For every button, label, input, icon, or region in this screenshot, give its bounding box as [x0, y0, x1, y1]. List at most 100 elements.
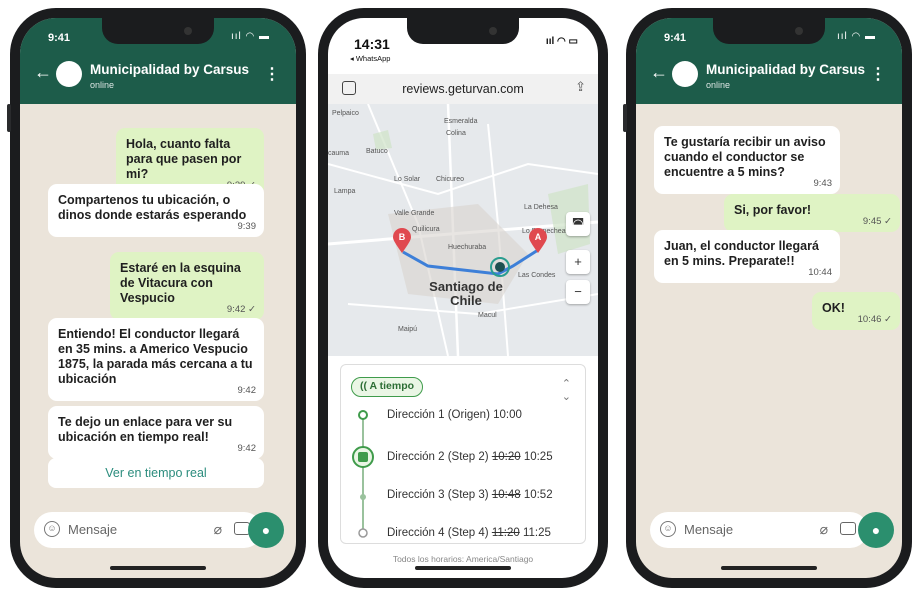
message-time: 9:39	[237, 221, 257, 232]
stop-time: 10:52	[523, 489, 553, 501]
collapse-icon[interactable]: ⌃ ⌄	[562, 377, 571, 403]
stop-row: Dirección 1 (Origen) 10:00	[387, 409, 522, 421]
message-text: Te gustaría recibir un aviso cuando el c…	[664, 135, 826, 179]
map-label: Huechuraba	[448, 244, 487, 251]
map-label: Valle Grande	[394, 210, 435, 217]
zoom-out-button[interactable]: −	[566, 280, 590, 304]
stop-row: Dirección 3 (Step 3) 10:48 10:52	[387, 489, 553, 501]
share-icon[interactable]: ⇪	[575, 79, 586, 95]
status-badge-label: A tiempo	[369, 380, 415, 392]
chat-screen-left: 9:41 ııl ◠ ▬ ← Municipalidad by Carsus o…	[20, 18, 296, 578]
contact-status: online	[90, 80, 115, 90]
phone-middle: 14:31 ◂ WhatsApp ııl ◠ ▭ reviews.geturva…	[318, 8, 608, 588]
message-placeholder: Mensaje	[684, 522, 734, 537]
avatar[interactable]	[56, 61, 82, 87]
message-time: 9:42	[237, 385, 257, 396]
phone-right: 9:41 ııl ◠ ▬ ← Municipalidad by Carsus o…	[623, 8, 912, 588]
schedule-panel: (( A tiempo ⌃ ⌄ Dirección 1 (Origen) 10:0…	[340, 364, 586, 544]
marker-b-icon[interactable]: B	[392, 228, 412, 254]
status-time: 9:41	[664, 32, 687, 44]
signal-wifi-battery-icon: ııl ◠ ▭	[545, 36, 578, 47]
notch	[407, 18, 519, 44]
message-bubble: Entiendo! El conductor llegará en 35 min…	[48, 318, 264, 401]
emoji-icon[interactable]: ☺	[660, 521, 676, 537]
marker-b-label: B	[399, 232, 406, 242]
message-bubble: OK! 10:46 ✓	[812, 292, 900, 330]
stop-old-time: 10:20	[491, 451, 521, 463]
realtime-link-button[interactable]: Ver en tiempo real	[48, 458, 264, 488]
message-input[interactable]: ☺ Mensaje ⌀	[650, 512, 868, 548]
side-button	[7, 104, 11, 132]
camera-icon[interactable]	[840, 522, 856, 535]
back-arrow-icon[interactable]: ←	[650, 62, 668, 83]
message-text: Estaré en la esquina de Vitacura con Ves…	[120, 261, 241, 305]
notch	[713, 18, 825, 44]
stop-label: Dirección 2 (Step 2)	[387, 451, 489, 463]
message-bubble: Te dejo un enlace para ver su ubicación …	[48, 406, 264, 459]
stop-old-time: 10:48	[491, 489, 521, 501]
home-indicator	[110, 566, 206, 570]
home-indicator	[721, 566, 817, 570]
layers-button[interactable]: ◚	[566, 212, 590, 236]
contact-status: online	[706, 80, 731, 90]
stop-time: 11:25	[522, 527, 551, 539]
message-bubble: Compartenos tu ubicación, o dinos donde …	[48, 184, 264, 237]
message-bubble: Estaré en la esquina de Vitacura con Ves…	[110, 252, 264, 320]
message-time: 10:46 ✓	[857, 314, 892, 325]
browser-url-bar[interactable]: reviews.geturvan.com ⇪	[328, 74, 598, 104]
avatar[interactable]	[672, 61, 698, 87]
attach-icon[interactable]: ⌀	[214, 521, 222, 538]
map-label: Chicureo	[436, 176, 465, 183]
status-time: 9:41	[48, 32, 71, 44]
message-text: Te dejo un enlace para ver su ubicación …	[58, 415, 233, 444]
stop-time: 10:00	[493, 409, 522, 421]
status-badge: (( A tiempo	[351, 377, 424, 397]
back-arrow-icon[interactable]: ←	[34, 62, 52, 83]
message-time: 9:42	[237, 443, 257, 454]
message-text: Entiendo! El conductor llegará en 35 min…	[58, 327, 253, 386]
side-button	[623, 104, 627, 132]
message-bubble: Si, por favor! 9:45 ✓	[724, 194, 900, 232]
stop-label: Dirección 1 (Origen)	[387, 409, 490, 421]
marker-a-icon[interactable]: A	[528, 228, 548, 254]
map-label: Lampa	[334, 188, 356, 195]
stop-row: Dirección 2 (Step 2) 10:20 10:25	[387, 451, 553, 463]
message-text: Hola, cuanto falta para que pasen por mi…	[126, 137, 242, 181]
menu-icon[interactable]: ⋮	[870, 64, 886, 84]
menu-icon[interactable]: ⋮	[264, 64, 280, 84]
timeline-line	[352, 410, 374, 538]
message-time: 9:45 ✓	[862, 216, 892, 227]
map-label: Macul	[478, 312, 497, 319]
route-map[interactable]: Pelpaico Esmeralda Colina cauma Batuco L…	[328, 104, 598, 356]
stop-label: Dirección 4 (Step 4)	[387, 527, 489, 539]
chat-screen-right: 9:41 ııl ◠ ▬ ← Municipalidad by Carsus o…	[636, 18, 902, 578]
mic-button[interactable]: ●	[858, 512, 894, 548]
attach-icon[interactable]: ⌀	[820, 521, 828, 538]
url-text[interactable]: reviews.geturvan.com	[328, 82, 598, 96]
stop-time: 10:25	[523, 451, 553, 463]
map-label: Colina	[446, 130, 466, 137]
contact-name[interactable]: Municipalidad by Carsus	[706, 62, 865, 77]
message-time: 10:44	[808, 267, 832, 278]
stop-old-time: 11:20	[491, 527, 520, 539]
web-screen: 14:31 ◂ WhatsApp ııl ◠ ▭ reviews.geturva…	[328, 18, 598, 578]
mic-button[interactable]: ●	[248, 512, 284, 548]
signal-icon: ((	[360, 380, 367, 392]
message-time: 9:42 ✓	[226, 304, 256, 315]
signal-wifi-battery-icon: ııl ◠ ▬	[836, 31, 876, 42]
back-to-app-link[interactable]: ◂ WhatsApp	[350, 54, 390, 63]
message-text: Si, por favor!	[734, 203, 812, 217]
map-city-label: Santiago de Chile	[429, 279, 503, 308]
message-text: Juan, el conductor llegará en 5 mins. Pr…	[664, 239, 819, 268]
emoji-icon[interactable]: ☺	[44, 521, 60, 537]
stop-row: Dirección 4 (Step 4) 11:20 11:25	[387, 527, 551, 539]
zoom-in-button[interactable]: +	[566, 250, 590, 274]
map-label: Lo Solar	[394, 176, 421, 183]
message-input[interactable]: ☺ Mensaje ⌀	[34, 512, 262, 548]
timezone-note: Todos los horarios: America/Santiago	[392, 554, 534, 564]
contact-name[interactable]: Municipalidad by Carsus	[90, 62, 249, 77]
message-placeholder: Mensaje	[68, 522, 118, 537]
stop-label: Dirección 3 (Step 3)	[387, 489, 489, 501]
map-label: Esmeralda	[444, 118, 478, 125]
map-label: Maipú	[398, 326, 418, 333]
